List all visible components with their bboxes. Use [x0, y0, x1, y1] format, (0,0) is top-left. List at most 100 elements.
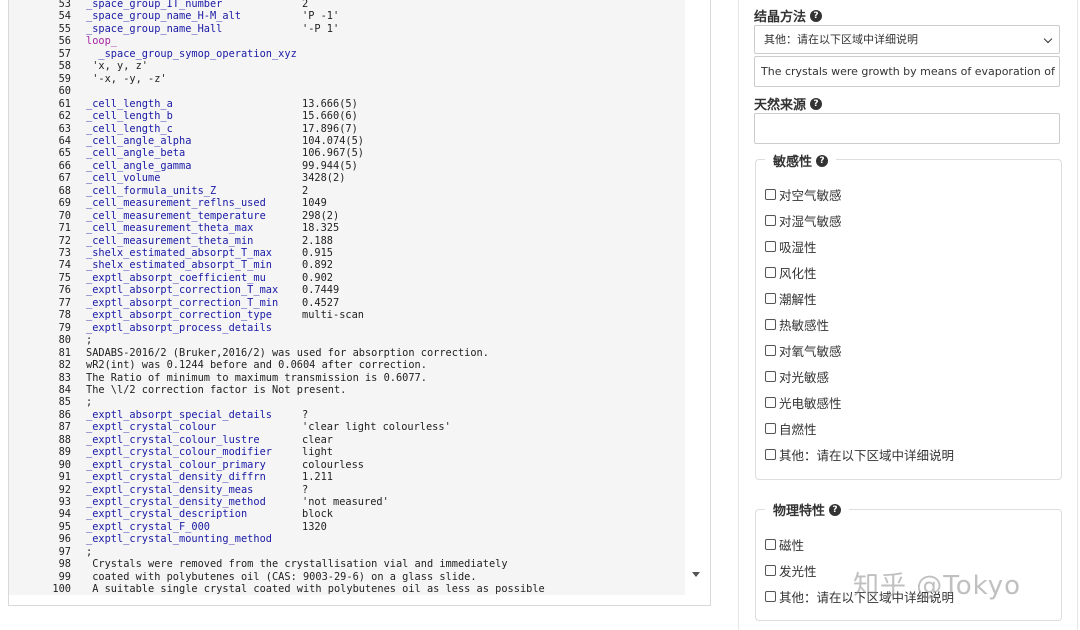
crystallization-detail-input[interactable]: The crystals were growth by means of eva…	[754, 56, 1060, 87]
checkbox[interactable]	[765, 448, 776, 460]
checkbox[interactable]	[765, 422, 776, 434]
sensitivity-option[interactable]: 其他：请在以下区域中详细说明	[765, 446, 954, 463]
code-value: light	[302, 446, 333, 459]
line-number: 82	[58, 359, 71, 372]
sensitivity-option[interactable]: 对空气敏感	[765, 186, 842, 203]
code-key: _exptl_absorpt_process_details	[86, 321, 272, 334]
checkbox[interactable]	[765, 538, 776, 550]
crystallization-method-select[interactable]: 其他：请在以下区域中详细说明	[754, 25, 1060, 54]
line-number: 75	[58, 271, 71, 284]
code-value: block	[302, 508, 333, 521]
code-line: 62 _cell_length_b 15.660(6)	[9, 110, 685, 122]
checkbox[interactable]	[765, 344, 776, 356]
sensitivity-option-label: 光电敏感性	[779, 395, 842, 411]
code-value: 106.967(5)	[302, 147, 364, 160]
code-key: _exptl_crystal_density_diffrn	[86, 471, 266, 484]
code-line: 74 _shelx_estimated_absorpt_T_min 0.892	[9, 259, 685, 271]
physical-property-option[interactable]: 发光性	[765, 562, 817, 579]
help-icon[interactable]: ?	[810, 9, 823, 22]
code-line: 82 wR2(int) was 0.1244 before and 0.0604 …	[9, 359, 685, 371]
help-icon[interactable]: ?	[829, 503, 842, 516]
checkbox[interactable]	[765, 318, 776, 330]
line-number: 85	[58, 396, 71, 409]
crystallization-method-label: 结晶方法 ?	[754, 6, 823, 25]
code-line: 80;	[9, 334, 685, 346]
line-number: 79	[58, 321, 71, 334]
checkbox[interactable]	[765, 266, 776, 278]
sensitivity-option[interactable]: 自燃性	[765, 420, 817, 437]
help-icon[interactable]: ?	[816, 154, 829, 167]
code-key: ;	[86, 334, 93, 347]
code-key: _shelx_estimated_absorpt_T_max	[86, 247, 272, 259]
help-icon[interactable]: ?	[810, 97, 823, 110]
sensitivity-option[interactable]: 潮解性	[765, 290, 817, 307]
crystallization-method-selected-value: 其他：请在以下区域中详细说明	[764, 33, 918, 46]
sensitivity-option[interactable]: 对光敏感	[765, 368, 829, 385]
code-line: 67 _cell_volume 3428(2)	[9, 172, 685, 184]
code-value: 1049	[302, 197, 327, 210]
code-line: 84 The \l/2 correction factor is Not pres…	[9, 384, 685, 396]
scroll-down-arrow-icon[interactable]	[692, 572, 700, 577]
code-key: _cell_formula_units_Z	[86, 184, 217, 197]
code-line: 60	[9, 85, 685, 97]
code-key: _cell_length_b	[86, 110, 173, 123]
code-line: 61 _cell_length_a 13.666(5)	[9, 98, 685, 110]
code-key: _shelx_estimated_absorpt_T_min	[86, 259, 272, 272]
code-value: 2	[302, 184, 309, 197]
cif-code-viewer[interactable]: 53 _space_group_IT_number 2 54 _space_group_…	[9, 0, 685, 595]
line-number: 78	[58, 309, 71, 322]
line-number: 63	[58, 122, 71, 135]
code-line: 97;	[9, 546, 685, 558]
checkbox[interactable]	[765, 396, 776, 408]
checkbox[interactable]	[765, 292, 776, 304]
line-number: 81	[58, 346, 71, 359]
sensitivity-option[interactable]: 风化性	[765, 264, 817, 281]
natural-source-input[interactable]	[754, 113, 1060, 144]
line-number: 54	[58, 10, 71, 23]
code-value: clear	[302, 433, 333, 446]
code-key: '-x, -y, -z'	[86, 72, 167, 85]
code-line: 63 _cell_length_c 17.896(7)	[9, 123, 685, 135]
checkbox[interactable]	[765, 214, 776, 226]
line-number: 86	[58, 408, 71, 421]
code-key: The \l/2 correction factor is Not presen…	[86, 383, 347, 396]
code-line: 81 SADABS-2016/2 (Bruker,2016/2) was used…	[9, 347, 685, 359]
line-number: 80	[58, 334, 71, 347]
code-value: 2	[302, 0, 309, 10]
line-number: 73	[58, 247, 71, 259]
line-number: 77	[58, 296, 71, 309]
code-scrollbar[interactable]	[686, 0, 710, 595]
checkbox[interactable]	[765, 370, 776, 382]
code-line: 99 coated with polybutenes oil (CAS: 900…	[9, 571, 685, 583]
code-line: 54 _space_group_name_H-M_alt 'P -1'	[9, 10, 685, 22]
checkbox[interactable]	[765, 240, 776, 252]
code-key: _exptl_absorpt_coefficient_mu	[86, 271, 266, 284]
line-number: 95	[58, 520, 71, 533]
physical-property-option[interactable]: 磁性	[765, 536, 804, 553]
sensitivity-option[interactable]: 热敏感性	[765, 316, 829, 333]
code-key: ;	[86, 545, 93, 558]
line-number: 66	[58, 159, 71, 172]
code-line: 93 _exptl_crystal_density_method 'not meas…	[9, 496, 685, 508]
code-value: 'P -1'	[302, 10, 340, 23]
sensitivity-option-label: 对氧气敏感	[779, 343, 842, 359]
code-key: _exptl_crystal_colour	[86, 421, 217, 434]
code-line: 79 _exptl_absorpt_process_details	[9, 322, 685, 334]
code-key: _space_group_symop_operation_xyz	[86, 47, 297, 60]
line-number: 98	[58, 558, 71, 571]
sensitivity-option[interactable]: 光电敏感性	[765, 394, 842, 411]
sensitivity-option[interactable]: 吸湿性	[765, 238, 817, 255]
checkbox[interactable]	[765, 564, 776, 576]
checkbox[interactable]	[765, 188, 776, 200]
sensitivity-option[interactable]: 对湿气敏感	[765, 212, 842, 229]
checkbox[interactable]	[765, 590, 776, 602]
line-number: 89	[58, 446, 71, 459]
line-number: 55	[58, 22, 71, 35]
code-line: 69 _cell_measurement_reflns_used 1049	[9, 197, 685, 209]
code-key: _exptl_crystal_density_meas	[86, 483, 254, 496]
sensitivity-option[interactable]: 对氧气敏感	[765, 342, 842, 359]
line-number: 70	[58, 209, 71, 222]
code-key: _cell_measurement_theta_max	[86, 222, 254, 235]
code-line: 88 _exptl_crystal_colour_lustre clear	[9, 434, 685, 446]
code-key: _space_group_IT_number	[86, 0, 223, 10]
